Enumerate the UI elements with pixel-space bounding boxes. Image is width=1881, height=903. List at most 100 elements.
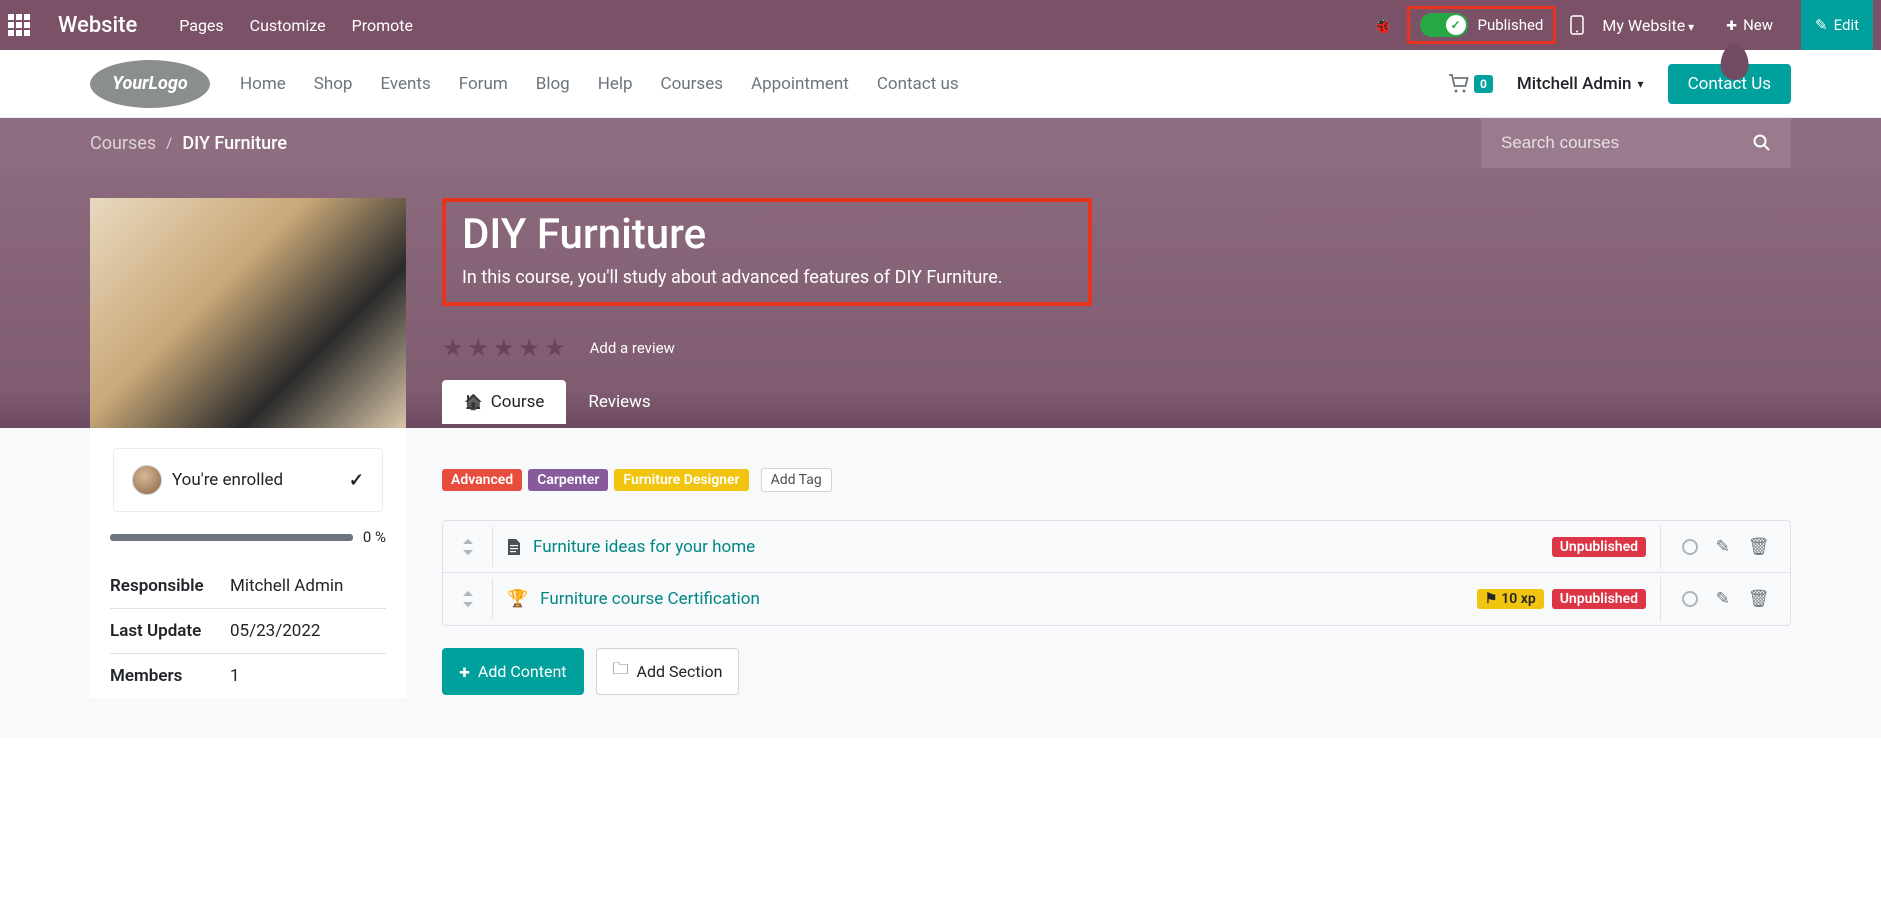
nav-items: Home Shop Events Forum Blog Help Courses… <box>240 74 959 94</box>
site-logo[interactable]: YourLogo <box>90 60 210 108</box>
breadcrumb-parent[interactable]: Courses <box>90 133 156 154</box>
breadcrumb-current: DIY Furniture <box>182 133 287 154</box>
delete-item-icon[interactable]: 🗑 <box>1748 589 1770 609</box>
tag-carpenter[interactable]: Carpenter <box>528 469 608 491</box>
content-item-link[interactable]: Furniture course Certification <box>540 589 760 609</box>
star-icon[interactable]: ★ <box>468 334 490 362</box>
add-section-label: Add Section <box>637 662 723 681</box>
enrollment-status: You're enrolled ✓ <box>113 448 383 512</box>
add-content-button[interactable]: Add Content <box>442 648 584 695</box>
breadcrumb-strip: Courses / DIY Furniture <box>0 118 1881 168</box>
tag-furniture-designer[interactable]: Furniture Designer <box>614 469 748 491</box>
meta-row: Responsible Mitchell Admin <box>110 564 386 609</box>
course-meta: Responsible Mitchell Admin Last Update 0… <box>90 564 406 698</box>
apps-icon[interactable] <box>8 14 30 36</box>
progress-percent: 0 % <box>363 528 386 546</box>
trophy-icon: 🏆 <box>507 589 528 609</box>
topbar-link-promote[interactable]: Promote <box>348 16 417 35</box>
cart-button[interactable]: 0 <box>1448 74 1493 94</box>
website-topbar: Website Pages Customize Promote 🐞 ✓ Publ… <box>0 0 1881 50</box>
status-circle-icon[interactable] <box>1682 539 1698 555</box>
course-body: You're enrolled ✓ 0 % Responsible Mitche… <box>0 428 1881 738</box>
topbar-link-pages[interactable]: Pages <box>175 16 227 35</box>
progress-bar <box>110 534 353 541</box>
edit-button[interactable]: Edit <box>1801 0 1873 50</box>
nav-shop[interactable]: Shop <box>314 74 353 94</box>
xp-badge: ⚑ 10 xp <box>1477 589 1544 609</box>
add-section-button[interactable]: Add Section <box>596 648 740 695</box>
tab-course-label: Course <box>491 392 545 412</box>
content-row: 🏆 Furniture course Certification ⚑ 10 xp… <box>443 573 1790 625</box>
search-icon[interactable] <box>1753 134 1771 152</box>
nav-home[interactable]: Home <box>240 74 286 94</box>
course-content: Advanced Carpenter Furniture Designer Ad… <box>442 428 1791 698</box>
edit-item-icon[interactable]: ✎ <box>1716 537 1730 557</box>
course-title: DIY Furniture <box>462 210 1072 259</box>
main-navigation: YourLogo Home Shop Events Forum Blog Hel… <box>0 50 1881 118</box>
meta-label: Responsible <box>110 576 230 596</box>
nav-contact-us[interactable]: Contact us <box>877 74 959 94</box>
add-review-link[interactable]: Add a review <box>590 339 675 357</box>
my-website-dropdown[interactable]: My Website <box>1598 16 1698 35</box>
hero-title-highlight: DIY Furniture In this course, you'll stu… <box>442 198 1092 306</box>
course-sidebar: You're enrolled ✓ 0 % Responsible Mitche… <box>90 428 406 698</box>
content-item-link[interactable]: Furniture ideas for your home <box>533 537 755 557</box>
course-search <box>1481 118 1791 168</box>
meta-value: Mitchell Admin <box>230 576 386 596</box>
content-row: Furniture ideas for your home Unpublishe… <box>443 521 1790 573</box>
nav-appointment[interactable]: Appointment <box>751 74 849 94</box>
check-icon: ✓ <box>349 470 364 491</box>
user-avatar <box>132 465 162 495</box>
search-input[interactable] <box>1501 133 1753 153</box>
content-main-cell: Furniture ideas for your home Unpublishe… <box>493 525 1660 569</box>
meta-label: Members <box>110 666 230 686</box>
star-icon[interactable]: ★ <box>493 334 515 362</box>
content-items-table: Furniture ideas for your home Unpublishe… <box>442 520 1791 626</box>
cart-count-badge: 0 <box>1474 75 1493 93</box>
delete-item-icon[interactable]: 🗑 <box>1748 537 1770 557</box>
xp-value: 10 xp <box>1501 591 1535 607</box>
nav-events[interactable]: Events <box>380 74 430 94</box>
meta-row: Last Update 05/23/2022 <box>110 609 386 654</box>
plus-icon <box>1726 16 1737 34</box>
star-icon[interactable]: ★ <box>544 334 566 362</box>
user-menu[interactable]: Mitchell Admin <box>1517 74 1644 94</box>
new-button[interactable]: New <box>1712 0 1787 50</box>
course-tabs: Course Reviews <box>442 380 1791 424</box>
course-hero: DIY Furniture In this course, you'll stu… <box>0 168 1881 428</box>
published-toggle[interactable]: ✓ <box>1420 13 1468 37</box>
nav-forum[interactable]: Forum <box>459 74 508 94</box>
drag-handle[interactable] <box>443 579 493 619</box>
content-actions: ✎ 🗑 <box>1660 525 1790 569</box>
mobile-preview-icon[interactable] <box>1570 15 1584 35</box>
content-actions: ✎ 🗑 <box>1660 577 1790 621</box>
star-icon[interactable]: ★ <box>519 334 541 362</box>
nav-blog[interactable]: Blog <box>536 74 570 94</box>
rating-stars: ★ ★ ★ ★ ★ Add a review <box>442 334 1791 362</box>
add-tag-button[interactable]: Add Tag <box>761 468 832 492</box>
edit-label: Edit <box>1834 16 1859 34</box>
contact-us-button[interactable]: Contact Us <box>1668 64 1791 104</box>
edit-item-icon[interactable]: ✎ <box>1716 589 1730 609</box>
meta-value: 1 <box>230 666 386 686</box>
star-icon[interactable]: ★ <box>442 334 464 362</box>
tab-reviews-label: Reviews <box>588 392 650 412</box>
new-label: New <box>1743 16 1773 34</box>
published-toggle-group: ✓ Published <box>1407 6 1557 44</box>
topbar-link-customize[interactable]: Customize <box>246 16 330 35</box>
content-main-cell: 🏆 Furniture course Certification ⚑ 10 xp… <box>493 577 1660 621</box>
bug-icon[interactable]: 🐞 <box>1373 16 1393 35</box>
nav-help[interactable]: Help <box>598 74 633 94</box>
tag-advanced[interactable]: Advanced <box>442 469 522 491</box>
status-circle-icon[interactable] <box>1682 591 1698 607</box>
topbar-right: 🐞 ✓ Published My Website New Edit <box>1373 0 1873 50</box>
nav-courses[interactable]: Courses <box>661 74 723 94</box>
tab-reviews[interactable]: Reviews <box>566 380 672 424</box>
flag-icon: ⚑ <box>1485 591 1498 607</box>
drag-handle[interactable] <box>443 527 493 567</box>
hero-body: DIY Furniture In this course, you'll stu… <box>442 198 1791 428</box>
topbar-left: Website Pages Customize Promote <box>8 13 417 38</box>
tab-course[interactable]: Course <box>442 380 566 424</box>
unpublished-badge: Unpublished <box>1552 537 1646 557</box>
topbar-title[interactable]: Website <box>58 13 137 38</box>
